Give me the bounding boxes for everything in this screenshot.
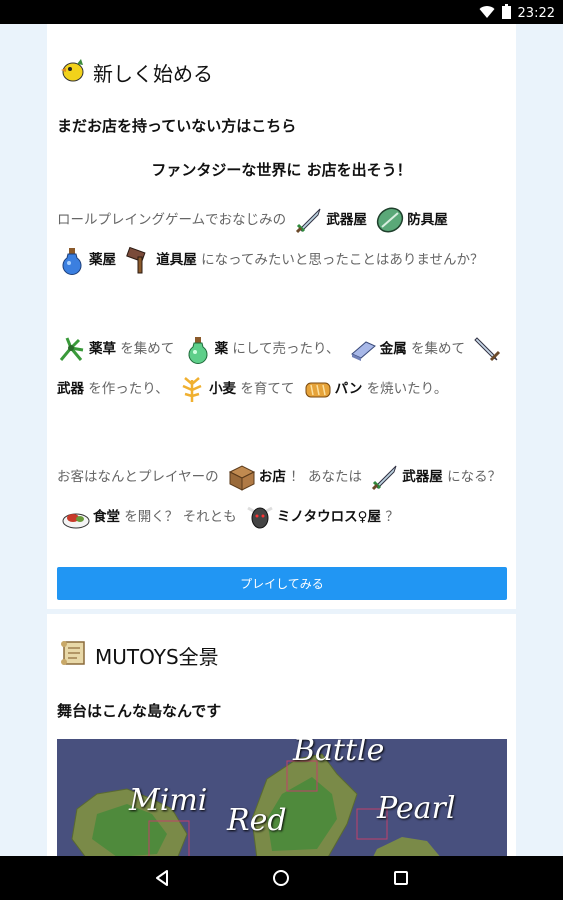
activities-paragraph: 薬草 を集めて 薬 にして売ったり、 金属 を集めて 武器 を作ったり、 小麦 …	[57, 329, 509, 409]
wheat-icon	[177, 374, 207, 404]
keyword: 武器屋	[402, 469, 443, 485]
meal-icon	[61, 502, 91, 532]
text: にして売ったり、	[232, 341, 340, 357]
sword-shop-icon	[370, 462, 400, 492]
wifi-icon	[479, 4, 495, 23]
section-title: MUTOYS全景	[95, 644, 219, 669]
shield-icon	[375, 205, 405, 235]
bread-icon	[303, 374, 333, 404]
overview-heading: MUTOYS全景	[59, 638, 219, 672]
new-start-subheading: まだお店を持っていない方はこちら	[57, 117, 297, 135]
back-icon[interactable]	[151, 867, 173, 889]
status-icons: 23:22	[479, 4, 555, 23]
text: ？	[385, 509, 399, 525]
sword-icon	[294, 205, 324, 235]
text: になってみたいと思ったことはありませんか？	[201, 252, 484, 268]
overview-card: MUTOYS全景 舞台はこんな島なんです Battle Mimi Red Pea…	[47, 614, 516, 856]
metal-ingot-icon	[348, 334, 378, 364]
map-label-mimi: Mimi	[129, 783, 208, 818]
new-start-card: 新しく始める まだお店を持っていない方はこちら ファンタジーな世界に お店を出そ…	[47, 24, 516, 609]
text: を焼いたり。	[366, 381, 448, 397]
keyword: お店	[258, 469, 286, 485]
herb-icon	[57, 334, 87, 364]
text: を集めて	[120, 341, 175, 357]
map-label-pearl: Pearl	[377, 791, 456, 826]
weapon-sword-icon	[473, 334, 503, 364]
shop-box-icon	[227, 462, 257, 492]
keyword: 小麦	[209, 381, 237, 397]
minotaur-icon	[245, 502, 275, 532]
text: になる？	[447, 469, 502, 485]
intro-paragraph: ロールプレイングゲームでおなじみの 武器屋 防具屋 薬屋 道具屋 になってみたい…	[57, 200, 509, 280]
battery-icon	[501, 4, 511, 23]
island-map[interactable]: Battle Mimi Red Pearl	[57, 739, 507, 856]
customers-paragraph: お客はなんとプレイヤーの お店 ！ あなたは 武器屋 になる？ 食堂 を開く？ …	[57, 457, 509, 537]
map-label-red: Red	[227, 803, 287, 838]
keyword: 武器	[57, 381, 84, 397]
text: を育てて	[240, 381, 295, 397]
text: ！ あなたは	[290, 469, 362, 485]
keyword: 金属	[379, 341, 407, 357]
blue-potion-icon	[57, 245, 87, 275]
play-button[interactable]: プレイしてみる	[57, 567, 507, 600]
text: ロールプレイングゲームでおなじみの	[57, 212, 287, 228]
keyword: パン	[334, 381, 363, 397]
chick-icon	[59, 56, 87, 88]
text: を作ったり、	[88, 381, 169, 397]
status-time: 23:22	[517, 6, 555, 21]
text: を開く？ それとも	[124, 509, 237, 525]
text: を集めて	[411, 341, 466, 357]
keyword: 薬屋	[89, 252, 116, 268]
keyword: 食堂	[93, 509, 120, 525]
keyword: 道具屋	[156, 252, 197, 268]
recents-icon[interactable]	[390, 867, 412, 889]
keyword: 薬	[214, 341, 229, 357]
hammer-icon	[124, 245, 154, 275]
tagline: ファンタジーな世界に お店を出そう！	[151, 161, 412, 179]
new-start-heading: 新しく始める	[59, 56, 213, 88]
side-margin-left	[0, 24, 47, 856]
side-margin-right	[516, 24, 563, 856]
map-label-battle: Battle	[293, 739, 385, 768]
section-title: 新しく始める	[93, 61, 213, 86]
scroll-map-icon	[59, 638, 89, 672]
keyword: ミノタウロス♀屋	[276, 509, 382, 525]
status-bar: 23:22	[0, 0, 563, 24]
keyword: 武器屋	[326, 212, 367, 228]
keyword: 防具屋	[407, 212, 448, 228]
home-icon[interactable]	[270, 867, 292, 889]
green-potion-icon	[183, 334, 213, 364]
keyword: 薬草	[89, 341, 116, 357]
overview-subheading: 舞台はこんな島なんです	[57, 702, 222, 720]
navigation-bar	[0, 856, 563, 900]
text: お客はなんとプレイヤーの	[57, 469, 219, 485]
